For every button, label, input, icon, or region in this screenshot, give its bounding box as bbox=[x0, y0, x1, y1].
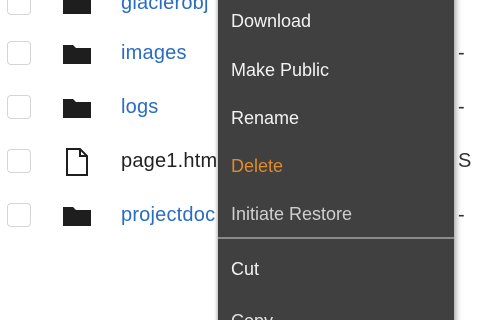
file-name[interactable]: page1.htm bbox=[121, 148, 217, 174]
menu-item-cut[interactable]: Cut bbox=[231, 256, 259, 282]
row-checkbox[interactable] bbox=[7, 41, 31, 65]
folder-icon bbox=[62, 202, 92, 228]
file-name-link[interactable]: glacierobj bbox=[121, 0, 209, 16]
row-checkbox[interactable] bbox=[7, 203, 31, 227]
menu-item-delete[interactable]: Delete bbox=[231, 153, 283, 179]
context-menu: Download Make Public Rename Delete Initi… bbox=[218, 0, 454, 320]
document-icon bbox=[62, 148, 92, 176]
file-name-link[interactable]: logs bbox=[121, 94, 159, 120]
row-checkbox[interactable] bbox=[7, 149, 31, 173]
file-name-link[interactable]: images bbox=[121, 40, 187, 66]
file-name-link[interactable]: projectdoc bbox=[121, 202, 215, 228]
file-modified: - bbox=[458, 204, 465, 226]
menu-item-make-public[interactable]: Make Public bbox=[231, 57, 329, 83]
folder-icon bbox=[62, 40, 92, 66]
row-checkbox[interactable] bbox=[7, 95, 31, 119]
menu-item-rename[interactable]: Rename bbox=[231, 105, 299, 131]
file-modified: - bbox=[458, 42, 465, 64]
file-modified: - bbox=[458, 96, 465, 118]
folder-icon bbox=[62, 0, 92, 16]
menu-item-download[interactable]: Download bbox=[231, 8, 311, 34]
folder-icon bbox=[62, 94, 92, 120]
file-storage-class: S bbox=[458, 150, 472, 172]
menu-divider bbox=[218, 237, 454, 239]
row-checkbox[interactable] bbox=[7, 0, 31, 15]
menu-item-initiate-restore[interactable]: Initiate Restore bbox=[231, 201, 352, 227]
file-browser: glacierobj images - logs - page1.htm S p… bbox=[0, 0, 480, 320]
menu-item-copy[interactable]: Copy bbox=[231, 308, 273, 320]
